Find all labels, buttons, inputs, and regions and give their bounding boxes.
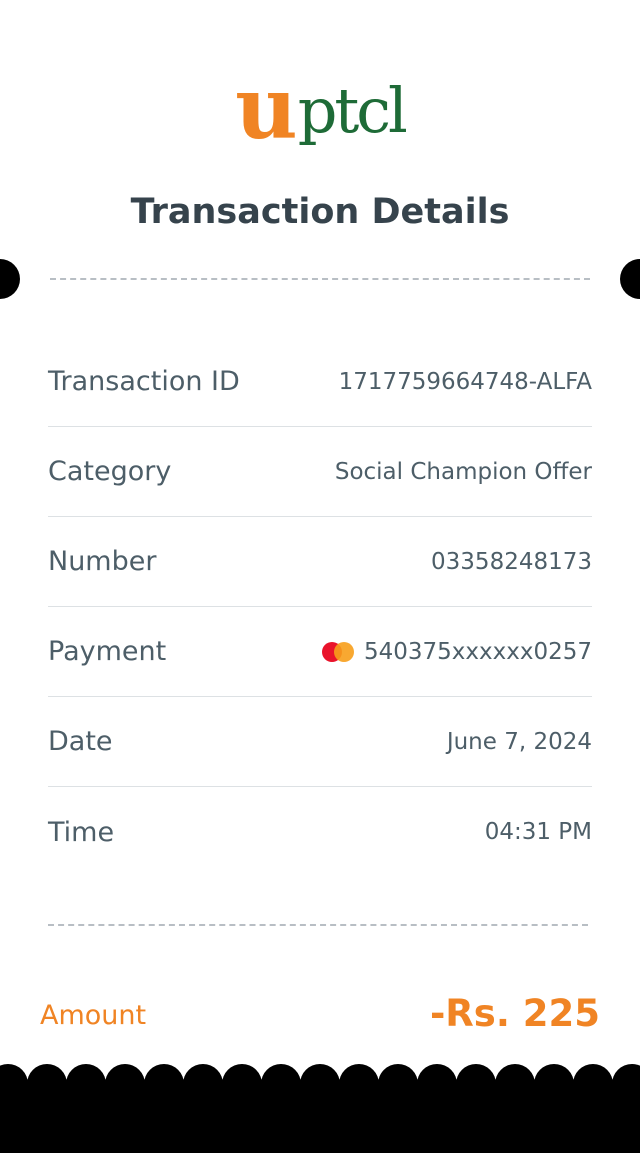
detail-value: 04:31 PM <box>484 819 592 845</box>
detail-row-time: Time 04:31 PM <box>48 787 592 877</box>
detail-row-date: Date June 7, 2024 <box>48 697 592 787</box>
detail-row-transaction-id: Transaction ID 1717759664748-ALFA <box>48 337 592 427</box>
detail-value: 03358248173 <box>431 548 592 575</box>
detail-value: June 7, 2024 <box>446 728 592 755</box>
detail-value-payment: 540375xxxxxx0257 <box>321 638 592 665</box>
logo-ptcl: ptcl <box>297 74 408 147</box>
receipt-notch-left <box>0 259 20 299</box>
divider-dashed-top <box>50 278 590 280</box>
detail-value: Social Champion Offer <box>334 458 592 485</box>
detail-row-payment: Payment 540375xxxxxx0257 <box>48 607 592 697</box>
divider-dashed-bottom <box>48 924 588 926</box>
receipt-scalloped-edge <box>0 1064 640 1153</box>
detail-label: Payment <box>48 636 167 667</box>
page-title: Transaction Details <box>130 192 510 232</box>
detail-row-category: Category Social Champion Offer <box>48 427 592 517</box>
detail-value: 1717759664748-ALFA <box>338 368 592 395</box>
detail-label: Category <box>48 456 172 487</box>
receipt-notch-right <box>620 259 640 299</box>
card-number: 540375xxxxxx0257 <box>363 638 592 665</box>
transaction-details-list: Transaction ID 1717759664748-ALFA Catego… <box>48 337 592 877</box>
logo-u: u <box>235 58 298 159</box>
detail-label: Number <box>48 546 157 577</box>
mastercard-icon <box>321 641 356 663</box>
detail-label: Date <box>48 726 113 757</box>
detail-row-number: Number 03358248173 <box>48 517 592 607</box>
detail-label: Time <box>48 816 115 848</box>
detail-label: Transaction ID <box>48 366 240 397</box>
ufone-ptcl-logo: u ptcl <box>0 52 640 152</box>
amount-value: -Rs. 225 <box>429 992 600 1035</box>
amount-label: Amount <box>40 1000 147 1031</box>
